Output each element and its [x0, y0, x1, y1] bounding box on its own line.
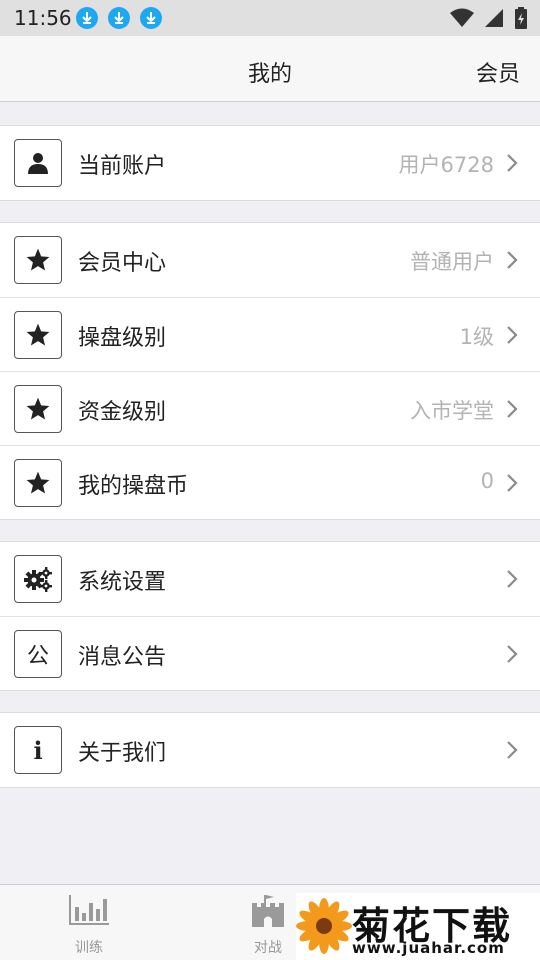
- gears-icon: [14, 555, 62, 603]
- download-icon: [108, 7, 130, 29]
- member-button[interactable]: 会员: [476, 56, 520, 88]
- row-label: 当前账户: [78, 154, 167, 179]
- chevron-right-icon: [507, 251, 518, 269]
- list-item-trading-level[interactable]: 操盘级别 1级: [0, 297, 540, 371]
- watermark-url: www.juahar.com: [352, 939, 505, 957]
- wifi-icon: [450, 8, 474, 27]
- list-item-current-account[interactable]: 当前账户 用户6728: [0, 126, 540, 200]
- list-item-about-us[interactable]: i 关于我们: [0, 713, 540, 787]
- chevron-right-icon: [507, 474, 518, 492]
- row-label: 关于我们: [78, 741, 167, 766]
- row-label: 消息公告: [78, 645, 167, 670]
- status-bar: 11:56: [0, 0, 540, 36]
- list-item-system-settings[interactable]: 系统设置: [0, 542, 540, 616]
- row-value: 普通用户: [410, 250, 494, 274]
- row-label: 我的操盘币: [78, 474, 189, 499]
- nav-bar: 我的 会员: [0, 36, 540, 102]
- star-icon: [14, 459, 62, 507]
- list-item-announcements[interactable]: 公 消息公告: [0, 616, 540, 690]
- chevron-right-icon: [507, 400, 518, 418]
- row-label: 系统设置: [78, 570, 167, 595]
- user-icon: [14, 139, 62, 187]
- row-value: 1级: [459, 325, 494, 349]
- info-icon: i: [14, 726, 62, 774]
- tab-training[interactable]: 训练: [44, 893, 134, 957]
- about-group: i 关于我们: [0, 712, 540, 788]
- page-title: 我的: [247, 62, 292, 87]
- download-icon: [140, 7, 162, 29]
- chevron-right-icon: [507, 326, 518, 344]
- list-item-member-center[interactable]: 会员中心 普通用户: [0, 223, 540, 297]
- row-label: 操盘级别: [78, 326, 167, 351]
- row-label: 会员中心: [78, 251, 167, 276]
- membership-group: 会员中心 普通用户 操盘级别 1级 资金级别 入市学堂 我的操盘币 0: [0, 222, 540, 520]
- star-icon: [14, 385, 62, 433]
- row-label: 资金级别: [78, 400, 167, 425]
- battery-icon: [515, 7, 527, 29]
- status-time: 11:56: [14, 6, 72, 30]
- star-icon: [14, 236, 62, 284]
- notice-icon: 公: [14, 630, 62, 678]
- chevron-right-icon: [507, 570, 518, 588]
- settings-group: 系统设置 公 消息公告: [0, 541, 540, 691]
- list-item-fund-level[interactable]: 资金级别 入市学堂: [0, 371, 540, 445]
- chevron-right-icon: [507, 741, 518, 759]
- star-icon: [14, 311, 62, 359]
- download-icon: [76, 7, 98, 29]
- row-value: 0: [480, 469, 494, 493]
- bar-chart-icon: [69, 895, 109, 925]
- chevron-right-icon: [507, 645, 518, 663]
- castle-icon: [252, 895, 284, 927]
- flower-icon: [296, 898, 352, 954]
- account-group: 当前账户 用户6728: [0, 125, 540, 201]
- list-item-trading-coins[interactable]: 我的操盘币 0: [0, 445, 540, 519]
- row-value: 用户6728: [398, 153, 494, 177]
- tab-label: 训练: [75, 940, 103, 956]
- signal-icon: [485, 9, 503, 27]
- watermark: 菊花下载网 www.juahar.com: [296, 893, 540, 960]
- row-value: 入市学堂: [410, 399, 494, 423]
- chevron-right-icon: [507, 154, 518, 172]
